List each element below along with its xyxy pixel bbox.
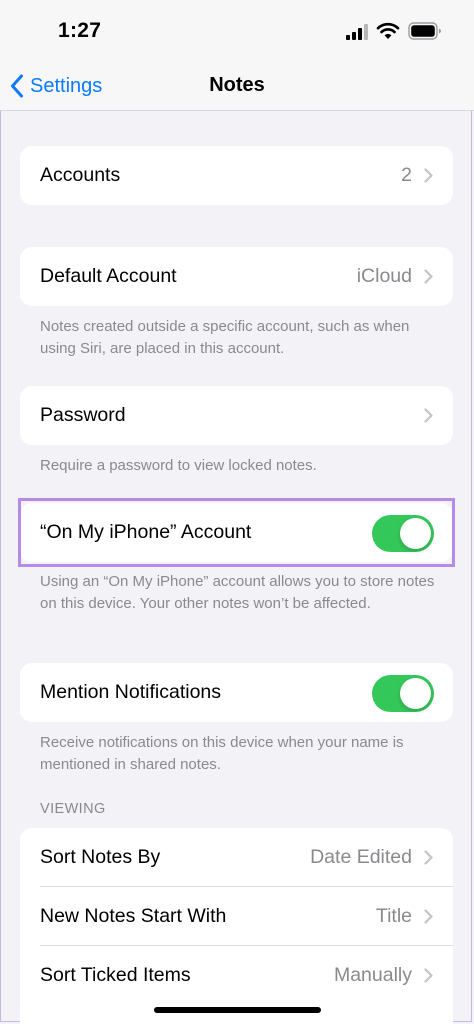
on-my-iphone-footer: Using an “On My iPhone” account allows y… [40,573,435,612]
password-group: Password [20,386,453,445]
accounts-row[interactable]: Accounts 2 [20,146,453,205]
mention-notifications-label: Mention Notifications [40,681,222,703]
mention-notifications-row: Mention Notifications [20,663,453,722]
battery-icon [408,22,441,40]
accounts-label: Accounts [40,164,121,186]
cellular-signal-icon [346,24,368,40]
password-label: Password [40,404,126,426]
sort-notes-by-value: Date Edited [310,846,412,868]
on-my-iphone-row: “On My iPhone” Account [20,503,453,562]
password-footer: Require a password to view locked notes. [40,457,317,474]
on-my-iphone-group: “On My iPhone” Account [20,503,453,562]
default-account-group: Default Account iCloud [20,247,453,306]
default-account-footer: Notes created outside a specific account… [40,318,410,357]
default-account-value: iCloud [356,265,412,287]
mention-notifications-toggle[interactable] [372,674,434,712]
sort-ticked-items-row[interactable]: Sort Ticked Items Manually [20,946,453,1005]
default-account-row[interactable]: Default Account iCloud [20,247,453,306]
new-notes-start-with-label: New Notes Start With [40,905,227,927]
chevron-right-icon [424,968,433,983]
password-row[interactable]: Password [20,386,453,445]
accounts-group: Accounts 2 [20,146,453,205]
navigation-bar: Settings Notes [0,62,474,111]
viewing-group: Sort Notes By Date Edited New Notes Star… [20,828,453,1024]
sort-ticked-items-value: Manually [333,964,412,986]
chevron-right-icon [424,850,433,865]
mention-notifications-group: Mention Notifications [20,663,453,722]
default-account-label: Default Account [40,265,177,287]
chevron-right-icon [424,909,433,924]
on-my-iphone-label: “On My iPhone” Account [40,521,252,543]
viewing-section-header: VIEWING [40,801,106,817]
toggle-knob [400,517,431,549]
wifi-icon [376,22,400,39]
on-my-iphone-toggle[interactable] [372,514,434,552]
chevron-right-icon [424,408,433,423]
new-notes-start-with-row[interactable]: New Notes Start With Title [20,887,453,946]
sort-notes-by-label: Sort Notes By [40,846,161,868]
page-title: Notes [209,74,265,96]
chevron-right-icon [424,168,433,183]
status-time: 1:27 [58,19,102,42]
accounts-count: 2 [401,164,412,186]
status-bar: 1:27 [0,0,474,62]
sort-notes-by-row[interactable]: Sort Notes By Date Edited [20,828,453,887]
sort-ticked-items-label: Sort Ticked Items [40,964,191,986]
toggle-knob [400,677,431,709]
new-notes-start-with-value: Title [375,905,412,927]
mention-notifications-footer: Receive notifications on this device whe… [40,734,404,773]
home-indicator [154,1007,321,1013]
chevron-right-icon [424,269,433,284]
